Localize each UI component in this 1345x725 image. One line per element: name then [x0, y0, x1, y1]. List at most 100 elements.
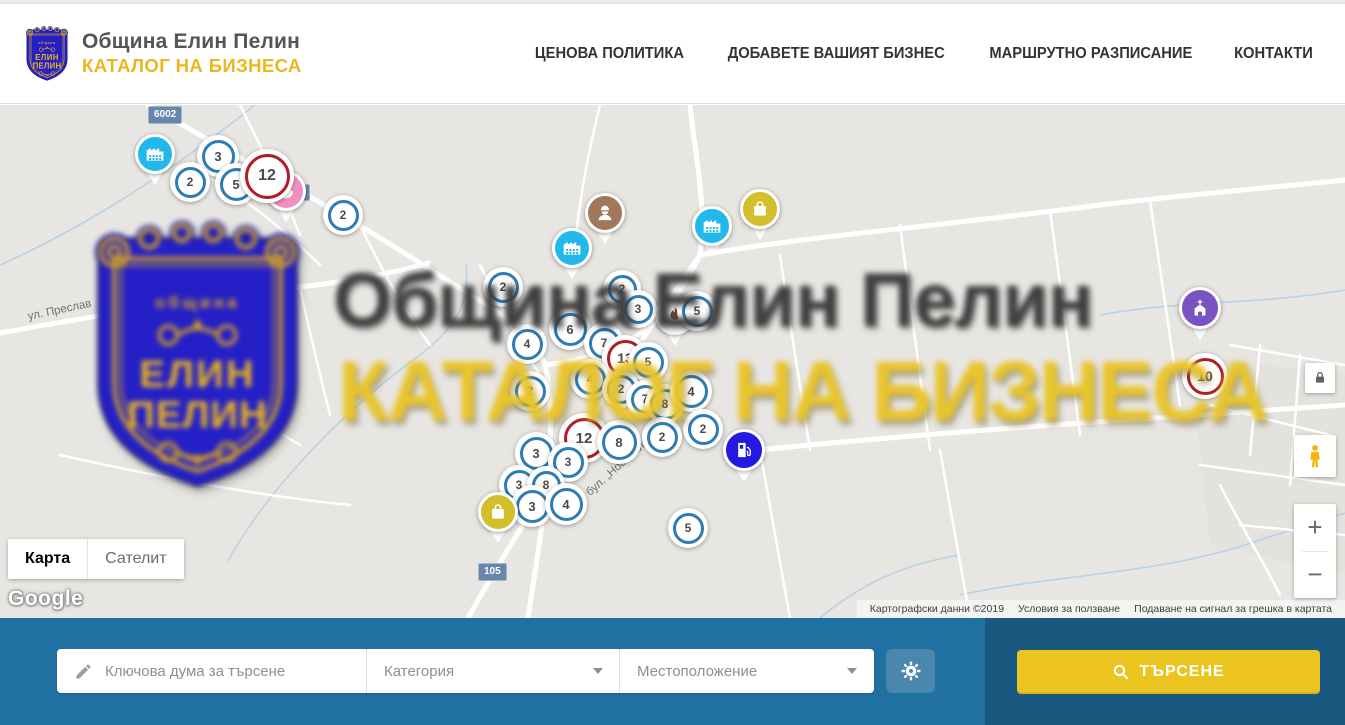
cluster-ring: 2 — [328, 200, 359, 231]
nav-item[interactable]: КОНТАКТИ — [1234, 45, 1313, 63]
cluster-ring: 2 — [488, 272, 519, 303]
map-attribution: Картографски данни ©2019Условия за ползв… — [857, 600, 1345, 618]
chevron-down-icon — [847, 668, 857, 674]
bag-disc — [478, 492, 518, 532]
road-label: 6002 — [148, 106, 182, 124]
cluster-ring: 2 — [515, 376, 546, 407]
nav-item[interactable]: ЦЕНОВА ПОЛИТИКА — [535, 45, 684, 63]
location-select-label: Местоположение — [637, 663, 757, 680]
bag-icon — [750, 199, 770, 219]
industry-marker[interactable] — [552, 228, 592, 268]
location-select[interactable]: Местоположение — [620, 649, 873, 693]
zoom-control: + − — [1294, 504, 1336, 598]
cluster-ring: 12 — [245, 154, 290, 199]
cluster-marker[interactable]: 2 — [170, 162, 210, 202]
pencil-icon — [74, 662, 93, 681]
site-header: Община Елин Пелин КАТАЛОГ НА БИЗНЕСА ЦЕН… — [0, 4, 1345, 104]
gear-icon — [900, 660, 922, 682]
site-subtitle: КАТАЛОГ НА БИЗНЕСА — [82, 55, 302, 77]
cluster-marker[interactable]: 4 — [507, 324, 547, 364]
nav-item[interactable]: ДОБАВЕТЕ ВАШИЯТ БИЗНЕС — [728, 45, 945, 63]
category-select-label: Категория — [384, 663, 454, 680]
church-icon — [1190, 298, 1210, 318]
cluster-marker[interactable]: 2 — [510, 371, 550, 411]
street-view-pegman-button[interactable] — [1294, 435, 1336, 477]
shopping-marker[interactable] — [740, 189, 780, 229]
shopping-marker[interactable] — [478, 492, 518, 532]
lock-button[interactable] — [1305, 363, 1335, 393]
chevron-down-icon — [593, 668, 603, 674]
cluster-ring: 6 — [554, 313, 587, 346]
attribution-text: Картографски данни ©2019 — [863, 603, 1011, 615]
cluster-marker[interactable]: 2 — [642, 417, 682, 457]
cluster-marker[interactable]: 2 — [483, 267, 523, 307]
fuel-marker[interactable] — [723, 429, 765, 471]
cluster-marker[interactable]: 3 — [619, 290, 657, 328]
municipality-crest-icon — [24, 25, 70, 83]
factory-icon — [562, 238, 582, 258]
factory-disc — [552, 228, 592, 268]
cluster-ring: 5 — [682, 296, 713, 327]
cluster-ring: 4 — [550, 488, 583, 521]
cluster-ring: 3 — [516, 490, 549, 523]
cluster-ring: 3 — [624, 295, 653, 324]
cluster-marker[interactable]: 2 — [683, 409, 723, 449]
map-canvas[interactable]: 6002105ул. Преславбул. „Новоселци“ци“ 32… — [0, 105, 1345, 618]
cluster-ring: 4 — [575, 364, 606, 395]
cluster-marker[interactable]: 10 — [1182, 353, 1228, 399]
services-marker[interactable] — [585, 193, 625, 233]
google-logo[interactable]: Google — [8, 587, 83, 611]
cluster-marker[interactable]: 4 — [545, 483, 587, 525]
industry-marker[interactable] — [692, 206, 732, 246]
main-nav: ЦЕНОВА ПОЛИТИКА ДОБАВЕТЕ ВАШИЯТ БИЗНЕС МАР… — [531, 45, 1315, 63]
map-type-control: Карта Сателит — [8, 539, 184, 579]
search-bar: Категория Местоположение ТЪ — [0, 618, 1345, 725]
site-logo[interactable]: Община Елин Пелин КАТАЛОГ НА БИЗНЕСА — [24, 25, 302, 83]
attribution-link[interactable]: Подаване на сигнал за грешка в картата — [1127, 603, 1339, 615]
bag-disc — [740, 189, 780, 229]
zoom-out-button[interactable]: − — [1294, 552, 1336, 598]
worker-disc — [585, 193, 625, 233]
cluster-marker[interactable]: 2 — [323, 195, 363, 235]
factory-disc — [692, 206, 732, 246]
lock-icon — [1312, 370, 1328, 386]
cluster-ring: 10 — [1187, 358, 1224, 395]
cluster-ring: 2 — [688, 414, 719, 445]
cluster-marker[interactable]: 8 — [597, 420, 641, 464]
church-disc — [1179, 287, 1221, 329]
search-button-label: ТЪРСЕНЕ — [1139, 663, 1224, 681]
church-marker[interactable] — [1179, 287, 1221, 329]
cluster-ring: 4 — [512, 329, 543, 360]
advanced-settings-button[interactable] — [886, 649, 935, 693]
keyword-field-wrap — [57, 649, 367, 693]
map-type-satellite-button[interactable]: Сателит — [87, 539, 183, 579]
attribution-link[interactable]: Условия за ползване — [1011, 603, 1127, 615]
search-group: Категория Местоположение — [57, 649, 874, 693]
keyword-search-input[interactable] — [57, 649, 366, 693]
map-type-map-button[interactable]: Карта — [8, 539, 87, 579]
zoom-in-button[interactable]: + — [1294, 505, 1336, 551]
nav-item[interactable]: МАРШРУТНО РАЗПИСАНИЕ — [990, 45, 1193, 63]
industry-marker[interactable] — [135, 134, 175, 174]
cluster-marker[interactable]: 5 — [668, 508, 708, 548]
bag-icon — [488, 502, 508, 522]
search-icon — [1112, 663, 1130, 681]
cluster-ring: 5 — [673, 513, 704, 544]
cluster-ring: 8 — [602, 425, 637, 460]
fuel-disc — [723, 429, 765, 471]
search-button[interactable]: ТЪРСЕНЕ — [1017, 650, 1320, 694]
fuel-icon — [734, 440, 754, 460]
factory-disc — [135, 134, 175, 174]
site-title: Община Елин Пелин — [82, 30, 302, 54]
cluster-marker[interactable]: 5 — [677, 291, 717, 331]
cluster-ring: 2 — [647, 422, 678, 453]
cluster-ring: 2 — [175, 167, 206, 198]
cluster-marker[interactable]: 4 — [670, 370, 712, 412]
cluster-marker[interactable]: 12 — [240, 149, 294, 203]
cluster-ring: 5 — [633, 347, 664, 378]
factory-icon — [702, 216, 722, 236]
category-select[interactable]: Категория — [367, 649, 620, 693]
worker-icon — [595, 203, 615, 223]
cluster-ring: 4 — [675, 375, 708, 408]
pegman-icon — [1302, 443, 1328, 469]
